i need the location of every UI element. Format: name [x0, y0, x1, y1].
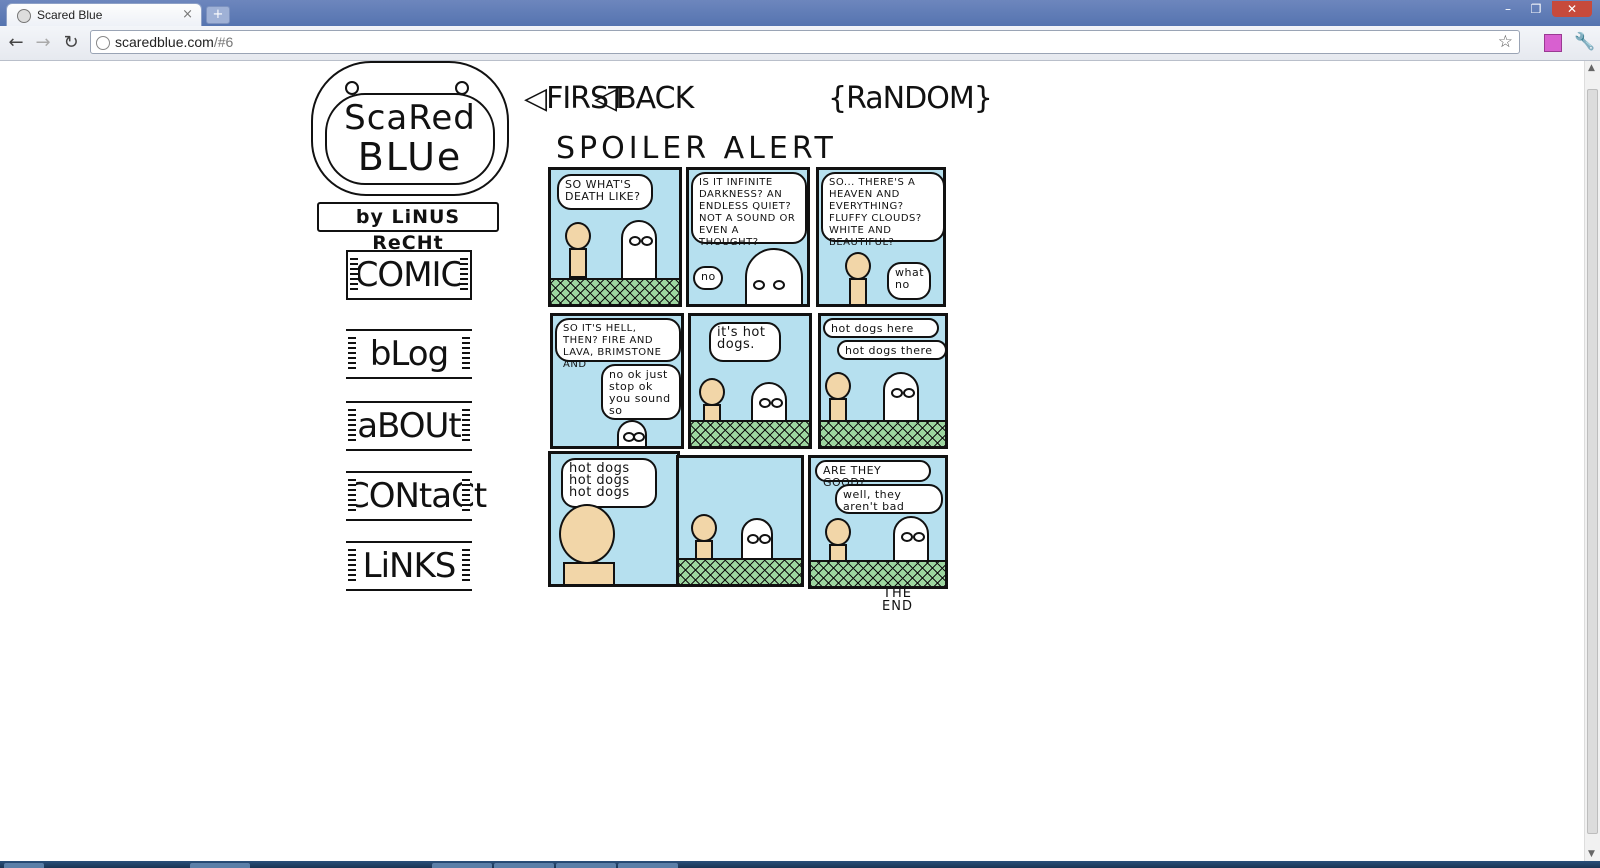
menu-contact-link[interactable]: CONtaCt	[346, 471, 487, 521]
nav-random-link[interactable]: {RaNDOM}	[828, 81, 993, 116]
menu-about-link[interactable]: aBOUt	[346, 401, 472, 451]
globe-icon	[96, 36, 110, 50]
taskbar-item[interactable]	[190, 863, 250, 868]
panel-ground	[551, 278, 679, 304]
address-bar[interactable]: scaredblue.com/#6 ☆	[90, 30, 1520, 54]
panel-ground	[679, 558, 801, 584]
tab-close-icon[interactable]: ×	[182, 7, 193, 22]
title-bar: Scared Blue × + – ❐ ✕	[0, 0, 1600, 26]
reload-button[interactable]: ↻	[60, 32, 82, 54]
wrench-menu-icon[interactable]: 🔧	[1574, 32, 1595, 52]
scrollbar-thumb[interactable]	[1587, 89, 1598, 834]
ghost-figure	[745, 248, 803, 304]
maximize-button[interactable]: ❐	[1524, 1, 1548, 17]
nav-back-label: BACK	[616, 81, 694, 116]
comic-title: SPOILER ALERT	[556, 131, 837, 166]
menu-comic-link[interactable]: COMIC	[346, 250, 472, 300]
random-brace-right-icon: }	[973, 81, 993, 116]
taskbar-item[interactable]	[432, 863, 492, 868]
comic-panel-3: SO... THERE'S A HEAVEN AND EVERYTHING? F…	[816, 167, 946, 307]
tab-title: Scared Blue	[37, 8, 103, 22]
logo-text-blue: BLUe	[357, 135, 463, 179]
comic-panel-9: ARE THEY GOOD? well, they aren't bad	[808, 455, 948, 589]
speech-bubble: hot dogs here	[823, 318, 939, 338]
site-favicon-icon	[17, 9, 31, 23]
the-end-caption: THE END	[882, 587, 913, 613]
speech-bubble: SO... THERE'S A HEAVEN AND EVERYTHING? F…	[821, 172, 943, 248]
vertical-scrollbar[interactable]: ▲ ▼	[1584, 61, 1600, 861]
logo-text-scared: ScaRed	[344, 98, 476, 138]
ghost-figure	[617, 420, 647, 446]
menu-links-link[interactable]: LiNKS	[346, 541, 472, 591]
comic-panel-5: it's hot dogs.	[688, 313, 812, 449]
ghost-figure	[621, 220, 657, 284]
comic-panel-4: SO IT'S HELL, THEN? FIRE AND LAVA, BRIMS…	[550, 313, 684, 449]
speech-bubble: SO IT'S HELL, THEN? FIRE AND LAVA, BRIMS…	[555, 318, 681, 370]
bookmark-star-icon[interactable]: ☆	[1498, 32, 1513, 52]
comic-panel-6: hot dogs here hot dogs there	[818, 313, 948, 449]
comic-panel-2: IS IT INFINITE DARKNESS? AN ENDLESS QUIE…	[686, 167, 810, 307]
url-text: scaredblue.com/#6	[115, 34, 233, 50]
panel-ground	[821, 420, 945, 446]
speech-bubble: ARE THEY GOOD?	[815, 460, 931, 489]
browser-tab[interactable]: Scared Blue ×	[6, 3, 202, 26]
close-window-button[interactable]: ✕	[1552, 1, 1592, 17]
taskbar-item[interactable]	[494, 863, 554, 868]
comic-panel-1: SO WHAT'S DEATH LIKE?	[548, 167, 682, 307]
url-host: scaredblue.com	[115, 34, 214, 50]
speech-bubble: SO WHAT'S DEATH LIKE?	[557, 174, 653, 210]
extension-icon[interactable]	[1544, 34, 1562, 52]
comic-panel-7: hot dogs hot dogs hot dogs	[548, 451, 680, 587]
author-byline: by LiNUS ReCHt	[317, 202, 499, 254]
speech-bubble: IS IT INFINITE DARKNESS? AN ENDLESS QUIE…	[691, 172, 807, 248]
url-path: /#6	[213, 34, 234, 50]
speech-bubble: hot dogs hot dogs hot dogs	[561, 458, 657, 508]
comic-panel-8	[676, 455, 804, 587]
start-button[interactable]	[4, 863, 44, 868]
panel-ground	[811, 560, 945, 586]
menu-blog-link[interactable]: bLog	[346, 329, 472, 379]
reply-bubble: well, they aren't bad	[835, 484, 943, 514]
reply-bubble: hot dogs there	[837, 340, 945, 360]
reply-bubble: no ok just stop ok you sound so	[601, 364, 681, 420]
browser-toolbar: ← → ↻ scaredblue.com/#6 ☆ 🔧	[0, 26, 1600, 61]
scroll-up-arrow-icon[interactable]: ▲	[1588, 63, 1595, 73]
nav-random-label: RaNDOM	[846, 81, 975, 116]
reply-bubble: what no	[887, 262, 931, 300]
taskbar-item[interactable]	[556, 863, 616, 868]
the-end-line-2: END	[882, 599, 913, 614]
os-taskbar	[0, 861, 1600, 868]
forward-button[interactable]: →	[32, 32, 54, 54]
reply-bubble: no	[693, 266, 723, 290]
page-content: ScaRed BLUe by LiNUS ReCHt COMIC bLog aB…	[0, 61, 1584, 861]
speech-bubble: it's hot dogs.	[709, 322, 781, 362]
taskbar-item[interactable]	[618, 863, 678, 868]
random-brace-left-icon: {	[828, 81, 847, 116]
back-button[interactable]: ←	[5, 32, 27, 54]
site-logo[interactable]: ScaRed BLUe	[311, 61, 509, 196]
new-tab-button[interactable]: +	[206, 6, 230, 24]
back-arrow-icon: ◁	[594, 81, 617, 116]
first-arrow-icon: ◁	[524, 81, 547, 116]
panel-ground	[691, 420, 809, 446]
scroll-down-arrow-icon[interactable]: ▼	[1588, 849, 1595, 859]
minimize-button[interactable]: –	[1496, 1, 1520, 17]
logo-frame: ScaRed BLUe	[325, 93, 495, 185]
nav-back-link[interactable]: ◁BACK	[594, 81, 694, 116]
